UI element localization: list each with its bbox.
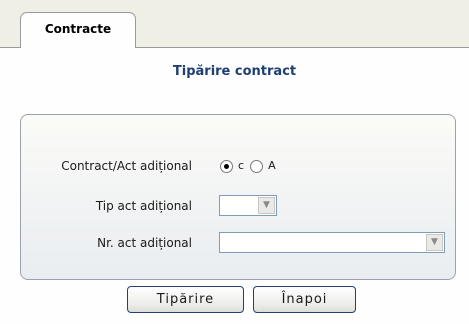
nr-act-label: Nr. act adițional (97, 236, 192, 250)
tab-contracte[interactable]: Contracte (20, 12, 136, 48)
radio-c-label: c (238, 159, 245, 172)
tab-label: Contracte (44, 22, 112, 36)
contract-type-radios: c A (220, 155, 282, 177)
radio-c[interactable] (220, 159, 233, 173)
radio-a-label: A (268, 159, 276, 172)
print-button[interactable]: Tipărire (127, 286, 244, 313)
back-button[interactable]: Înapoi (253, 286, 356, 313)
chevron-down-icon[interactable]: ▼ (426, 234, 443, 251)
radio-selected-dot (224, 163, 229, 169)
nr-act-select[interactable]: ▼ (219, 232, 445, 253)
chevron-down-icon[interactable]: ▼ (258, 197, 275, 214)
tip-act-row: Tip act adițional ▼ (21, 195, 455, 217)
radio-a[interactable] (250, 159, 264, 173)
contract-type-row: Contract/Act adițional c A (21, 155, 455, 177)
page-title: Tipărire contract (172, 64, 297, 79)
tip-act-select[interactable]: ▼ (219, 195, 277, 216)
nr-act-row: Nr. act adițional ▼ (21, 232, 455, 254)
tip-act-label: Tip act adițional (95, 199, 192, 213)
form-group: Contract/Act adițional c A Tip act adiți… (20, 114, 456, 280)
contract-type-label: Contract/Act adițional (61, 159, 192, 173)
